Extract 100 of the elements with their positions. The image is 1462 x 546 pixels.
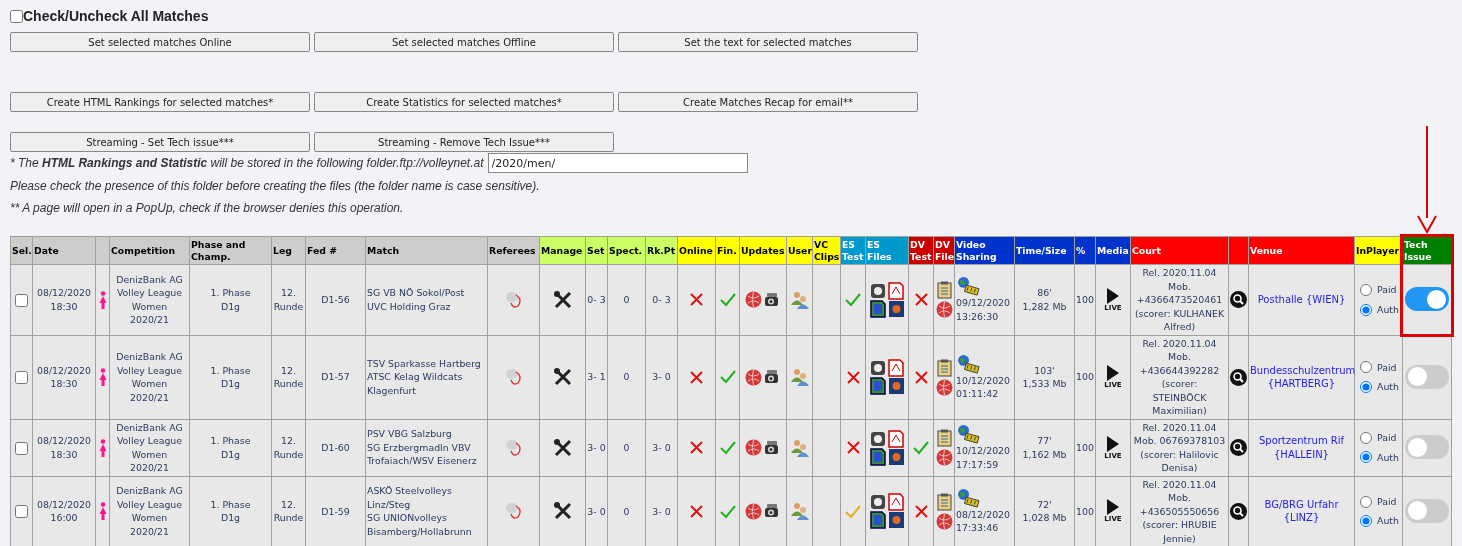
tech-issue-toggle[interactable]	[1405, 364, 1449, 389]
radio-label: Auth	[1377, 302, 1399, 317]
column-header: Phase and Champ.	[191, 238, 246, 262]
file-icons-drawing[interactable]	[869, 429, 905, 466]
table-cell: D1-60	[321, 441, 350, 453]
users-icon[interactable]	[789, 290, 810, 309]
file-icons-drawing[interactable]	[869, 359, 905, 395]
search-icon[interactable]	[1230, 368, 1247, 386]
row-checkbox[interactable]	[15, 441, 28, 455]
tools-icon[interactable]	[552, 501, 573, 522]
table-cell: 0	[623, 371, 630, 383]
column-header: Online	[679, 244, 713, 256]
inplayer-radio[interactable]	[1360, 431, 1372, 444]
table-cell: 1. Phase D1g	[210, 498, 251, 524]
clipboard-icon[interactable]	[936, 358, 952, 377]
users-icon[interactable]	[789, 438, 810, 457]
action-button[interactable]: Create Matches Recap for email**	[618, 92, 918, 112]
table-cell: 100	[1076, 294, 1094, 305]
table-cell: 100	[1076, 505, 1094, 517]
table-cell: 12. Runde	[273, 364, 304, 389]
column-header: Competition	[111, 244, 176, 256]
action-button[interactable]: Create Statistics for selected matches*	[314, 92, 614, 112]
globe-film-icon[interactable]	[956, 424, 982, 444]
tech-issue-toggle[interactable]	[1405, 498, 1449, 523]
play-icon	[1107, 365, 1119, 381]
globe-film-icon[interactable]	[956, 353, 982, 374]
folder-note: * The HTML Rankings and Statistic will be stored in the following folder.ftp://volleynet.at	[10, 155, 484, 172]
inplayer-radio[interactable]	[1360, 361, 1372, 374]
column-header: Leg	[273, 244, 292, 256]
table-cell: DenizBank AG Volley League Women 2020/21	[116, 273, 183, 326]
clipboard-icon[interactable]	[936, 492, 952, 511]
table-cell: 0- 3	[587, 294, 606, 305]
venue-link[interactable]: Posthalle {WIEN}	[1250, 293, 1353, 307]
table-cell: 1. Phase D1g	[210, 287, 251, 312]
table-cell: DenizBank AG Volley League Women 2020/21	[116, 485, 183, 537]
woman-icon	[98, 290, 107, 309]
note-text: Please check the presence of this folder before creating the files (the folder name is case sensitive).	[10, 178, 540, 195]
action-button[interactable]: Create HTML Rankings for selected matches*	[10, 92, 310, 112]
inplayer-radio[interactable]	[1360, 303, 1372, 316]
inplayer-radio[interactable]	[1360, 284, 1372, 296]
users-icon[interactable]	[789, 368, 810, 386]
table-cell: 1. Phase D1g	[210, 435, 251, 460]
column-header: User	[788, 244, 812, 256]
file-icons-drawing[interactable]	[869, 493, 905, 530]
whistle-icon[interactable]	[503, 367, 524, 387]
row-checkbox[interactable]	[15, 505, 28, 519]
tools-icon[interactable]	[552, 367, 573, 387]
volleyball-icon	[744, 502, 762, 520]
table-cell: 12. Runde	[273, 498, 304, 524]
column-header: Tech Issue	[1404, 238, 1432, 262]
column-header: DV Test	[910, 238, 932, 262]
search-icon[interactable]	[1230, 502, 1247, 520]
tech-issue-toggle[interactable]	[1405, 287, 1449, 312]
check-icon	[719, 440, 736, 455]
search-icon[interactable]	[1230, 439, 1247, 456]
table-cell: 10/12/2020 17:17:59	[956, 445, 1011, 470]
column-header: Set	[587, 244, 605, 256]
check-all-checkbox[interactable]	[10, 10, 23, 23]
whistle-icon[interactable]	[503, 501, 524, 522]
whistle-icon[interactable]	[503, 289, 524, 310]
clipboard-icon[interactable]	[936, 429, 952, 447]
table-cell: DenizBank AG Volley League Women 2020/21	[116, 351, 183, 403]
globe-film-icon[interactable]	[956, 276, 982, 297]
check-icon	[719, 293, 736, 307]
inplayer-radio[interactable]	[1360, 451, 1372, 464]
row-checkbox[interactable]	[15, 371, 28, 384]
column-header: Court	[1132, 244, 1161, 256]
folder-field[interactable]: /2020/men/	[487, 153, 748, 173]
radio-label: Paid	[1377, 360, 1397, 374]
inplayer-radio[interactable]	[1360, 495, 1372, 508]
radio-label: Paid	[1377, 494, 1397, 509]
users-icon[interactable]	[789, 502, 810, 521]
table-cell: 08/12/2020 18:30	[36, 364, 91, 389]
file-icons-drawing[interactable]	[869, 281, 905, 318]
row-checkbox[interactable]	[15, 293, 28, 307]
action-button[interactable]: Set selected matches Online	[10, 32, 310, 52]
clipboard-icon[interactable]	[936, 281, 952, 300]
table-cell: 86' 1,282 Mb	[1022, 287, 1067, 312]
table-cell: Rel. 2020.11.04 Mob. +4366473520461 (scorer: KULHANEK Alfred)	[1134, 267, 1225, 332]
table-cell: 08/12/2020 18:30	[36, 435, 91, 460]
table-cell: 103' 1,533 Mb	[1022, 364, 1067, 389]
action-button[interactable]: Set selected matches Offline	[314, 32, 614, 52]
action-button[interactable]: Streaming - Set Tech issue***	[10, 132, 310, 152]
table-cell: TSV Sparkasse Hartberg ATSC Kelag Wildcats Klagenfurt	[367, 357, 481, 396]
inplayer-radio[interactable]	[1360, 515, 1372, 527]
search-icon[interactable]	[1230, 291, 1247, 309]
tech-issue-toggle[interactable]	[1405, 435, 1449, 459]
play-icon	[1107, 499, 1119, 516]
table-cell: 3- 0	[652, 371, 671, 383]
cross-icon	[845, 440, 861, 455]
tools-icon[interactable]	[552, 437, 573, 458]
whistle-icon[interactable]	[503, 437, 524, 458]
table-cell: 0- 3	[652, 294, 671, 305]
inplayer-radio[interactable]	[1360, 380, 1372, 393]
column-header: Time/Size	[1016, 244, 1067, 256]
action-button[interactable]: Streaming - Remove Tech Issue***	[314, 132, 614, 152]
check-icon	[719, 370, 736, 385]
action-button[interactable]: Set the text for selected matches	[618, 32, 918, 52]
globe-film-icon[interactable]	[956, 487, 982, 508]
tools-icon[interactable]	[552, 289, 573, 310]
